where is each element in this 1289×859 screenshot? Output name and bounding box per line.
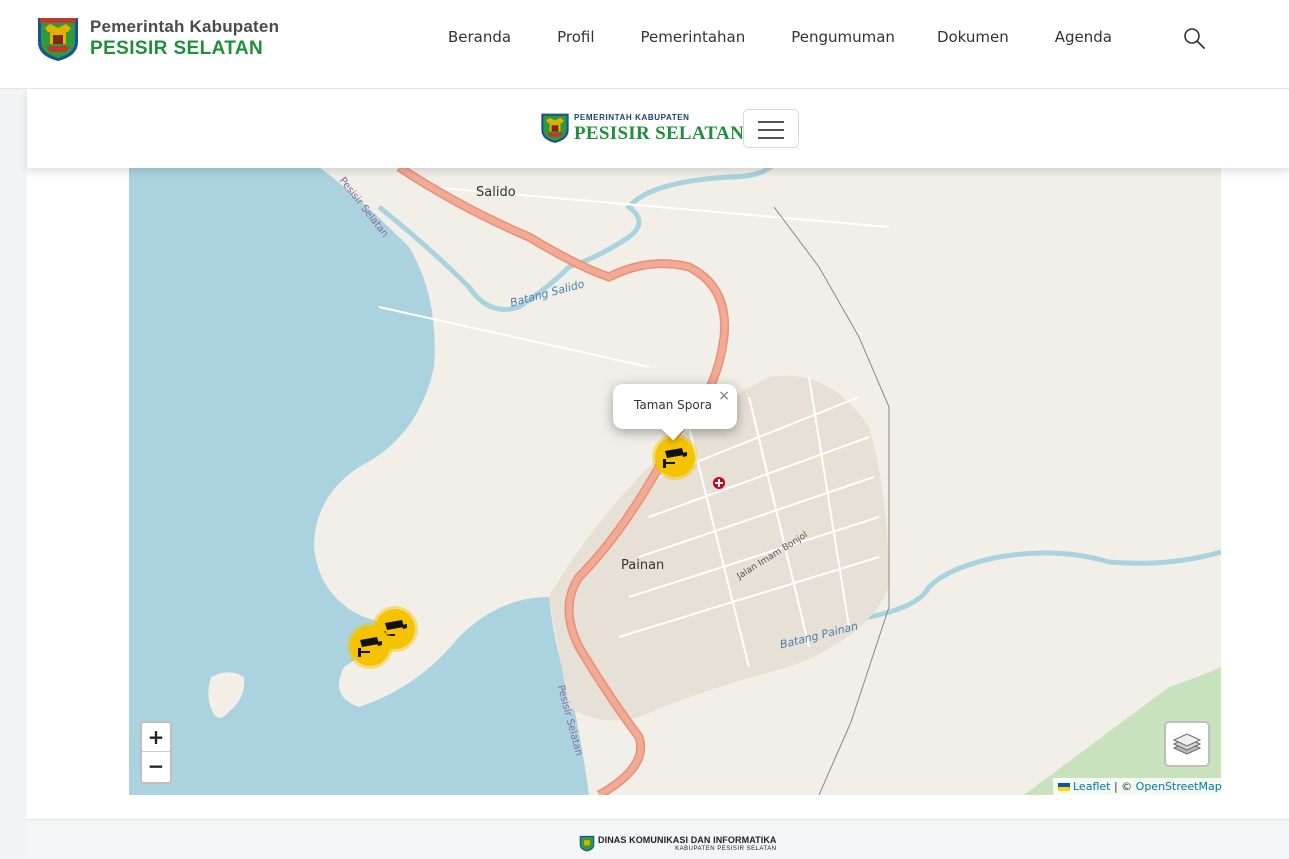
hamburger-icon — [758, 121, 784, 123]
zoom-in-button[interactable]: + — [142, 723, 170, 752]
map-attribution: Leaflet | © OpenStreetMap — [1053, 778, 1227, 795]
sub-logo-subtitle: PESISIR SELATAN — [574, 122, 745, 144]
logo-title: Pemerintah Kabupaten — [90, 17, 280, 37]
logo-subtitle: PESISIR SELATAN — [90, 37, 264, 59]
cctv-camera-icon — [358, 637, 382, 657]
map-label-painan: Painan — [621, 558, 665, 573]
nav-pengumuman[interactable]: Pengumuman — [791, 28, 895, 46]
map-popup: Taman Spora × — [613, 384, 737, 429]
regency-crest-icon — [579, 835, 595, 852]
ukraine-flag-icon — [1058, 783, 1070, 791]
footer-title: DINAS KOMUNIKASI DAN INFORMATIKA — [598, 834, 777, 845]
map-label-salido: Salido — [476, 185, 516, 200]
attribution-separator: | © — [1113, 780, 1133, 793]
footer-logo: DINAS KOMUNIKASI DAN INFORMATIKA KABUPAT… — [579, 835, 777, 852]
leaflet-link[interactable]: Leaflet — [1073, 780, 1110, 793]
layers-icon — [1172, 733, 1202, 755]
layers-button[interactable] — [1164, 721, 1210, 767]
popup-text: Taman Spora — [634, 398, 713, 412]
nav-agenda[interactable]: Agenda — [1055, 28, 1112, 46]
popup-close-button[interactable]: × — [718, 388, 730, 404]
footer: DINAS KOMUNIKASI DAN INFORMATIKA KABUPAT… — [27, 819, 1289, 859]
nav-beranda[interactable]: Beranda — [448, 28, 511, 46]
nav-dokumen[interactable]: Dokumen — [937, 28, 1009, 46]
map-tiles — [129, 167, 1221, 795]
site-logo[interactable]: Pemerintah Kabupaten PESISIR SELATAN — [36, 16, 279, 62]
search-icon[interactable] — [1182, 26, 1206, 50]
sub-logo[interactable]: PEMERINTAH KABUPATEN PESISIR SELATAN — [540, 111, 744, 145]
cctv-camera-icon — [663, 448, 687, 468]
footer-subtitle: KABUPATEN PESISIR SELATAN — [675, 845, 777, 852]
regency-crest-icon — [541, 113, 569, 143]
top-header: Pemerintah Kabupaten PESISIR SELATAN Ber… — [0, 0, 1289, 89]
openstreetmap-link[interactable]: OpenStreetMap — [1136, 780, 1222, 793]
sub-logo-title: PEMERINTAH KABUPATEN — [574, 112, 690, 122]
main-nav: Beranda Profil Pemerintahan Pengumuman D… — [448, 28, 1158, 46]
cctv-marker-3[interactable] — [350, 626, 390, 666]
nav-pemerintahan[interactable]: Pemerintahan — [641, 28, 746, 46]
zoom-out-button[interactable]: − — [142, 752, 170, 781]
cctv-marker-taman-spora[interactable] — [655, 437, 695, 477]
zoom-control: + − — [140, 721, 172, 784]
menu-toggle-button[interactable] — [743, 109, 799, 148]
regency-crest-icon — [38, 18, 78, 61]
map-view[interactable]: Salido Painan Batang Salido Batang Paina… — [129, 167, 1221, 795]
sub-header: PEMERINTAH KABUPATEN PESISIR SELATAN — [27, 89, 1289, 168]
nav-profil[interactable]: Profil — [557, 28, 594, 46]
